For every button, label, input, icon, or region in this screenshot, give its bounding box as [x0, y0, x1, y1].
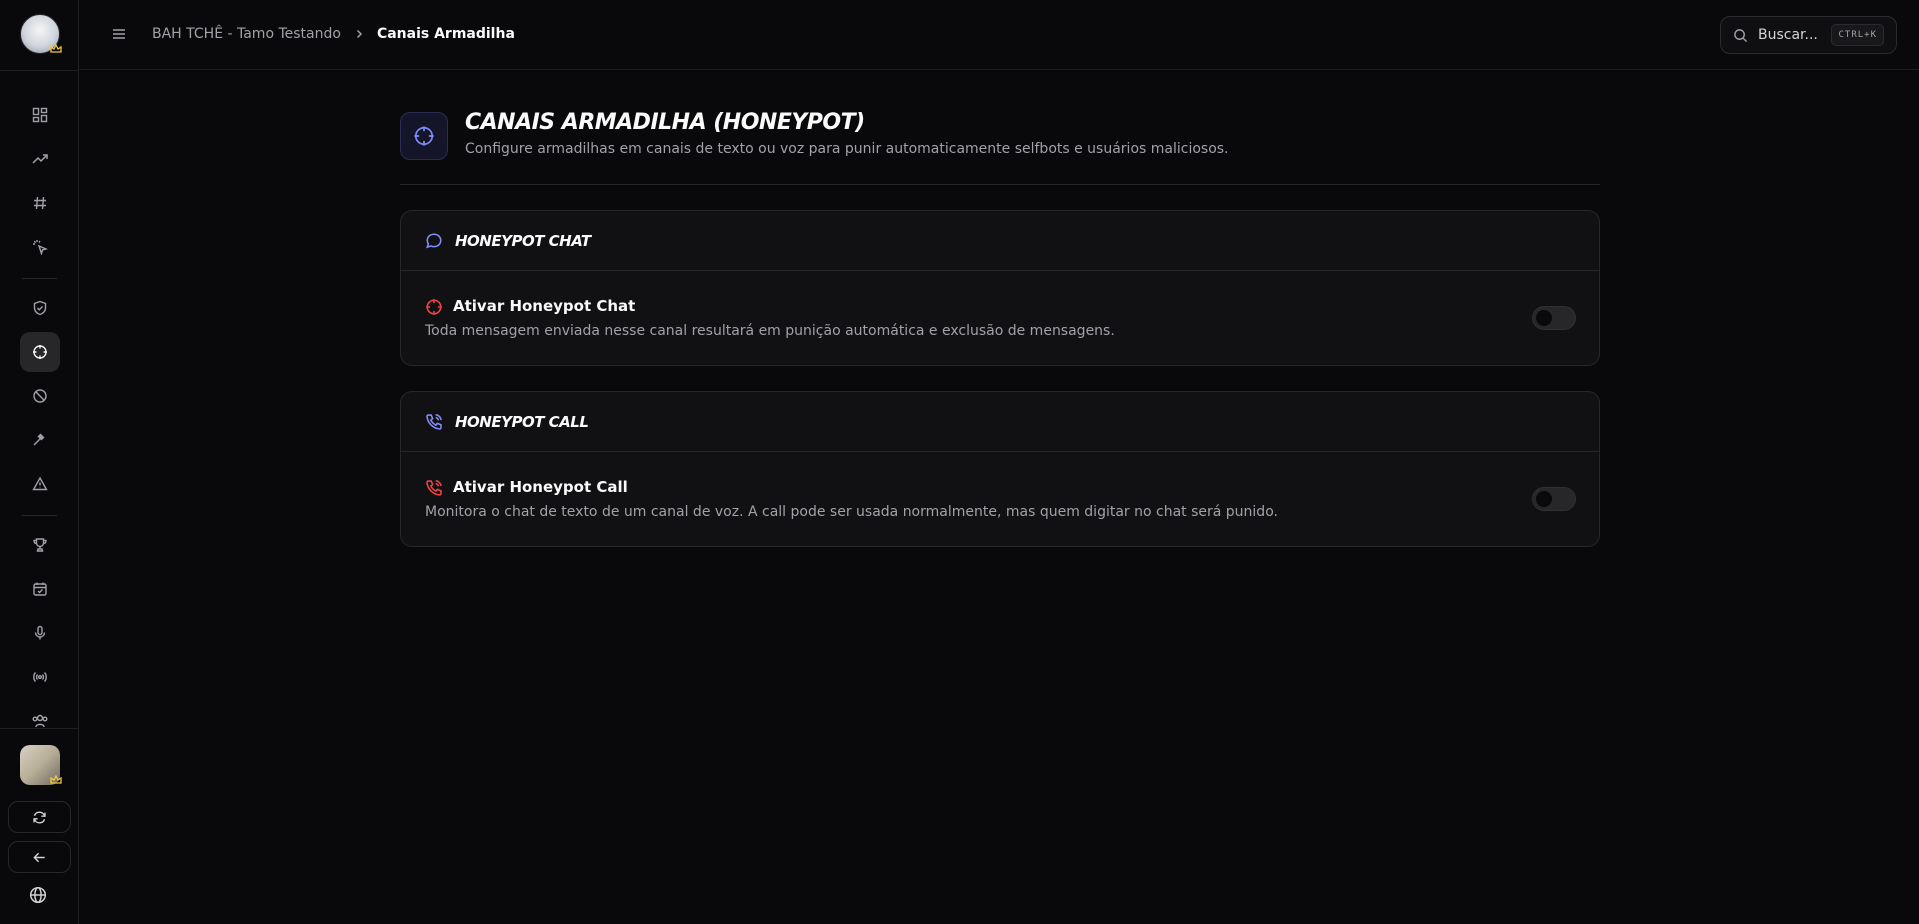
card-body: Ativar Honeypot Chat Toda mensagem envia…	[401, 271, 1599, 366]
nav-broadcast[interactable]	[20, 657, 60, 697]
honeypot-chat-card: HONEYPOT CHAT Ativar Honeypot Chat Toda …	[400, 210, 1600, 366]
crosshair-icon	[426, 299, 442, 315]
honeypot-chat-toggle[interactable]	[1532, 306, 1576, 330]
top-header: BAH TCHÊ - Tamo Testando Canais Armadilh…	[79, 0, 1919, 70]
nav-honeypot[interactable]	[20, 332, 60, 372]
sidebar-divider	[0, 70, 79, 71]
nav-dashboard[interactable]	[20, 95, 60, 135]
phone-call-icon	[426, 413, 442, 430]
search-shortcut: CTRL+K	[1831, 24, 1884, 46]
crown-icon	[50, 44, 62, 53]
title-divider	[400, 184, 1600, 185]
users-icon	[32, 714, 48, 728]
sparkle-click-icon	[33, 240, 48, 255]
option-title: Ativar Honeypot Call	[453, 478, 628, 496]
breadcrumb-current: Canais Armadilha	[376, 26, 515, 42]
toggle-knob	[1536, 491, 1552, 507]
alert-triangle-icon	[32, 476, 48, 491]
toggle-knob	[1536, 310, 1552, 326]
sidebar-divider	[22, 515, 57, 516]
chevron-right-icon	[356, 29, 362, 39]
crosshair-icon	[414, 126, 434, 146]
nav-stats[interactable]	[20, 139, 60, 179]
search-placeholder: Buscar...	[1758, 27, 1818, 43]
honeypot-call-card: HONEYPOT CALL Ativar Honeypot Call Monit…	[400, 391, 1600, 547]
toggle-track[interactable]	[1532, 487, 1576, 511]
sidebar	[0, 0, 79, 924]
nav-voice[interactable]	[20, 613, 60, 653]
nav-bans[interactable]	[20, 376, 60, 416]
search-input[interactable]: Buscar... CTRL+K	[1720, 16, 1897, 54]
search-icon	[1734, 28, 1748, 42]
nav-channels[interactable]	[20, 183, 60, 223]
globe-icon[interactable]	[29, 886, 47, 904]
card-header: HONEYPOT CALL	[401, 392, 1599, 452]
nav-interactions[interactable]	[20, 227, 60, 267]
menu-icon[interactable]	[111, 26, 127, 42]
microphone-icon	[34, 625, 46, 640]
phone-call-icon	[426, 479, 442, 496]
card-header: HONEYPOT CHAT	[401, 211, 1599, 271]
nav-members[interactable]	[20, 701, 60, 728]
card-title: HONEYPOT CHAT	[455, 231, 591, 250]
crown-icon	[50, 775, 62, 784]
trending-icon	[32, 154, 48, 164]
hash-icon	[34, 196, 46, 210]
option-description: Toda mensagem enviada nesse canal result…	[425, 323, 1115, 339]
card-title: HONEYPOT CALL	[455, 412, 589, 431]
back-button[interactable]	[8, 841, 71, 873]
nav-security[interactable]	[20, 288, 60, 328]
trophy-icon	[33, 538, 47, 552]
nav-warnings[interactable]	[20, 464, 60, 504]
crosshair-icon	[33, 345, 47, 359]
breadcrumb-server[interactable]: BAH TCHÊ - Tamo Testando	[152, 26, 341, 42]
option-description: Monitora o chat de texto de um canal de …	[425, 504, 1278, 520]
gavel-icon	[33, 433, 45, 446]
ban-icon	[33, 389, 47, 403]
broadcast-icon	[33, 672, 47, 682]
refresh-icon	[33, 810, 46, 824]
sidebar-divider	[22, 278, 57, 279]
dashboard-icon	[32, 107, 48, 123]
card-body: Ativar Honeypot Call Monitora o chat de …	[401, 452, 1599, 547]
page-icon	[400, 112, 448, 160]
nav-events[interactable]	[20, 569, 60, 609]
option-title: Ativar Honeypot Chat	[453, 297, 636, 315]
toggle-track[interactable]	[1532, 306, 1576, 330]
nav-moderation[interactable]	[20, 420, 60, 460]
breadcrumb: BAH TCHÊ - Tamo Testando Canais Armadilh…	[152, 24, 515, 44]
nav-ranking[interactable]	[20, 525, 60, 565]
back-arrow-icon	[33, 852, 45, 862]
sidebar-divider	[0, 728, 79, 729]
refresh-button[interactable]	[8, 801, 71, 833]
honeypot-call-toggle[interactable]	[1532, 487, 1576, 511]
page-subtitle: Configure armadilhas em canais de texto …	[465, 141, 1229, 157]
message-circle-icon	[426, 232, 442, 248]
shield-check-icon	[33, 300, 47, 316]
calendar-icon	[33, 582, 47, 596]
page-title: CANAIS ARMADILHA (HONEYPOT)	[465, 110, 865, 135]
